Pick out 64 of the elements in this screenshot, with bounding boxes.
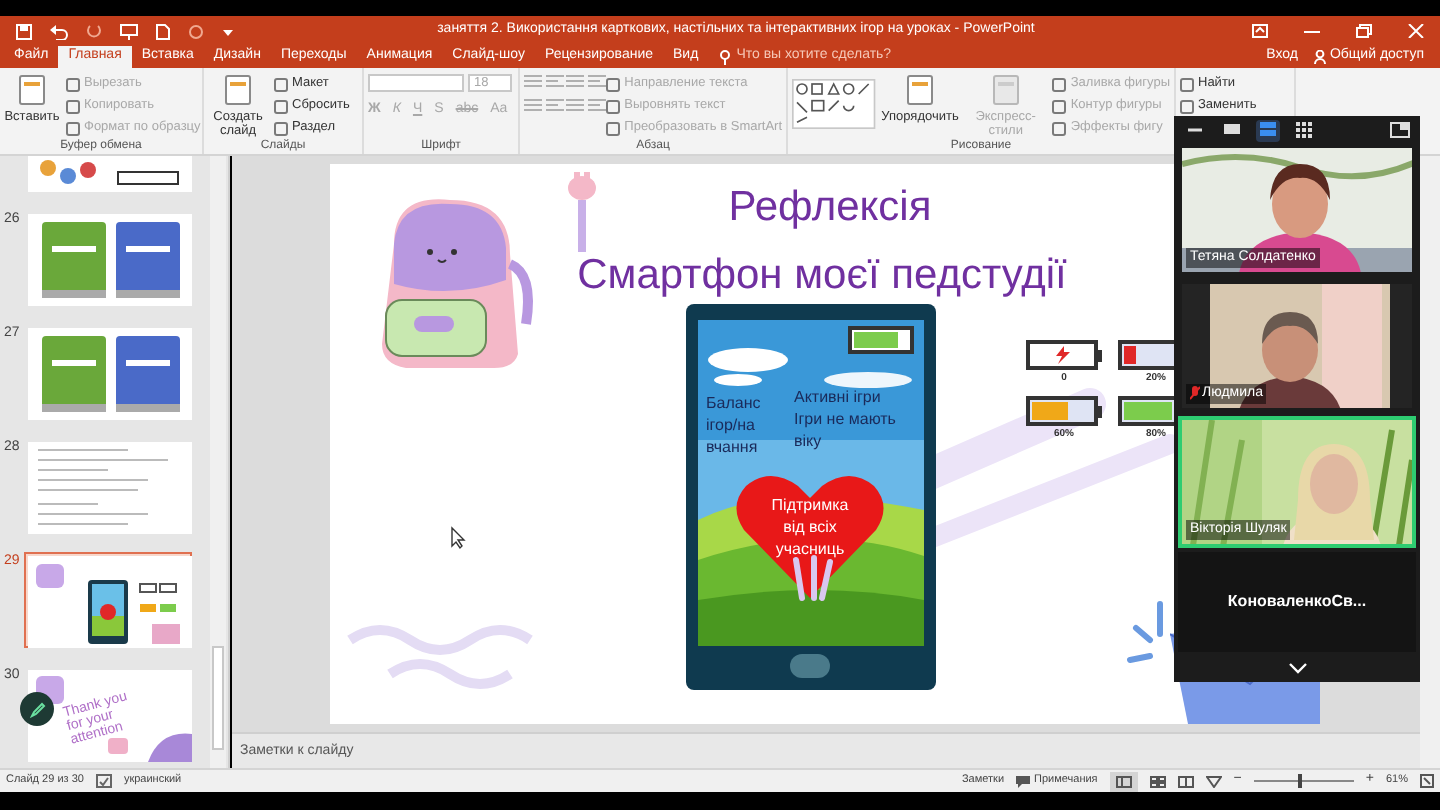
square-icon	[1180, 99, 1194, 113]
phone-note: Активні ігри Ігри не мають віку	[794, 386, 896, 452]
mouse-pointer-icon	[450, 526, 466, 550]
bunny-pencil-drawing	[564, 172, 600, 252]
grid-icon	[1294, 120, 1314, 140]
heart-text: Підтримка від всіх учасниць	[769, 494, 851, 560]
square-icon	[606, 77, 621, 91]
square-icon	[274, 99, 288, 113]
square-icon	[66, 77, 80, 91]
phone-note: Баланс ігор/на вчання	[706, 392, 761, 458]
square-icon	[606, 121, 621, 135]
shapes-gallery[interactable]	[792, 74, 876, 134]
save-icon[interactable]	[16, 23, 32, 39]
comment-icon	[1016, 775, 1031, 787]
book-icon[interactable]	[1177, 775, 1194, 787]
person-icon	[1313, 50, 1326, 64]
square-icon	[1052, 121, 1067, 135]
slide-thumbnail[interactable]	[24, 552, 192, 648]
spelling-icon[interactable]	[95, 774, 112, 788]
document-icon	[991, 74, 1020, 106]
square-icon	[1052, 77, 1067, 91]
square-icon	[274, 121, 288, 135]
document-icon	[18, 74, 46, 106]
redo-icon[interactable]	[86, 23, 102, 39]
battery-icon	[848, 326, 914, 354]
pen-icon	[29, 701, 45, 717]
document-icon	[224, 74, 252, 106]
normal-view-icon	[1115, 775, 1132, 787]
speaker-view-icon	[1258, 120, 1278, 140]
view-mode-button[interactable]	[1292, 119, 1316, 141]
square-icon	[66, 121, 80, 135]
fit-slide-icon[interactable]	[1420, 774, 1434, 788]
chevron-down-icon[interactable]	[1287, 662, 1307, 674]
square-icon	[274, 77, 288, 91]
view-mode-button[interactable]	[1256, 119, 1280, 141]
muted-microphone-icon	[1190, 386, 1200, 401]
circle-icon[interactable]	[188, 23, 204, 39]
square-icon	[1052, 99, 1067, 113]
slide-thumbnail[interactable]	[24, 438, 192, 534]
undo-icon[interactable]	[50, 23, 68, 39]
battery-icon	[1026, 396, 1102, 426]
scrollbar-thumb[interactable]	[212, 646, 224, 750]
slide-title: Рефлексія	[726, 182, 934, 234]
square-icon	[606, 99, 621, 113]
picture-in-picture-icon[interactable]	[1390, 122, 1410, 138]
heart-icon	[734, 470, 886, 602]
slide-thumbnail[interactable]	[24, 210, 192, 306]
participant-name: КоноваленкоСв...	[1227, 590, 1367, 614]
scrollbar[interactable]	[1420, 156, 1440, 768]
restore-icon[interactable]	[1356, 24, 1372, 38]
grid-view-icon[interactable]	[1149, 775, 1166, 787]
square-icon	[1180, 77, 1194, 91]
presentation-icon[interactable]	[120, 23, 138, 39]
slideshow-icon[interactable]	[1205, 775, 1222, 787]
square-icon	[66, 99, 80, 113]
thumbnail-view-icon	[1222, 120, 1242, 140]
ribbon-display-icon[interactable]	[1252, 24, 1268, 38]
close-icon[interactable]	[1408, 24, 1424, 38]
pen-button[interactable]	[20, 692, 54, 726]
slide-subtitle: Смартфон моєї педстудії	[575, 250, 1069, 302]
document-icon[interactable]	[156, 23, 170, 39]
slide-thumbnail[interactable]	[24, 324, 192, 420]
document-icon	[906, 74, 935, 106]
normal-view-button[interactable]	[1109, 771, 1138, 791]
